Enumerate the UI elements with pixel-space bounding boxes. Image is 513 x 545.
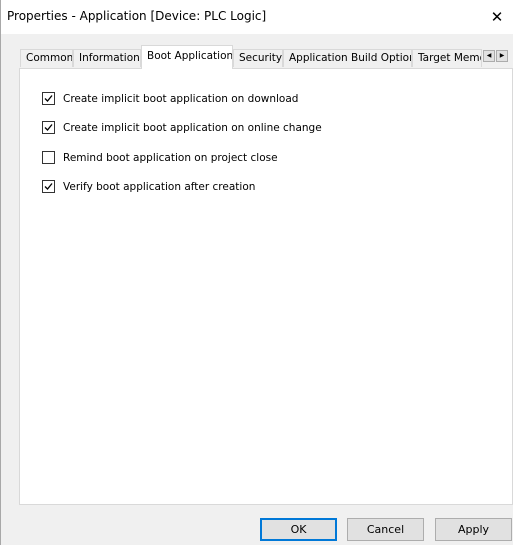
checkmark-icon	[44, 124, 53, 131]
tab-common[interactable]: Common	[20, 49, 73, 67]
tab-information[interactable]: Information	[73, 49, 141, 67]
create-boot-on-download-checkbox[interactable]	[42, 92, 55, 105]
tab-security[interactable]: Security	[233, 49, 283, 67]
cancel-button[interactable]: Cancel	[347, 518, 424, 541]
tab-boot-application[interactable]: Boot Application	[141, 45, 233, 69]
checkmark-icon	[44, 183, 53, 190]
remind-boot-on-close-checkbox[interactable]	[42, 151, 55, 164]
remind-boot-on-close-label: Remind boot application on project close	[63, 152, 278, 164]
ok-button[interactable]: OK	[260, 518, 337, 541]
tab-target-memory[interactable]: Target Memo	[412, 49, 482, 67]
checkmark-icon	[44, 95, 53, 102]
close-icon[interactable]: ✕	[480, 0, 513, 34]
window-title: Properties - Application [Device: PLC Lo…	[7, 9, 267, 23]
properties-dialog: Properties - Application [Device: PLC Lo…	[0, 0, 513, 545]
tab-strip: Common Information Boot Application Secu…	[1, 44, 513, 69]
title-bar[interactable]: Properties - Application [Device: PLC Lo…	[1, 0, 513, 34]
tab-scroll-left-icon[interactable]: ◀	[483, 50, 495, 62]
verify-boot-after-creation-checkbox[interactable]	[42, 180, 55, 193]
tab-application-build-options[interactable]: Application Build Options	[283, 49, 412, 67]
create-boot-on-download-label: Create implicit boot application on down…	[63, 93, 299, 105]
apply-button[interactable]: Apply	[435, 518, 512, 541]
verify-boot-after-creation-label: Verify boot application after creation	[63, 181, 256, 193]
boot-application-panel: Create implicit boot application on down…	[19, 68, 513, 505]
tab-scroll-right-icon[interactable]: ▶	[496, 50, 508, 62]
create-boot-on-online-change-checkbox[interactable]	[42, 121, 55, 134]
create-boot-on-online-change-label: Create implicit boot application on onli…	[63, 122, 322, 134]
